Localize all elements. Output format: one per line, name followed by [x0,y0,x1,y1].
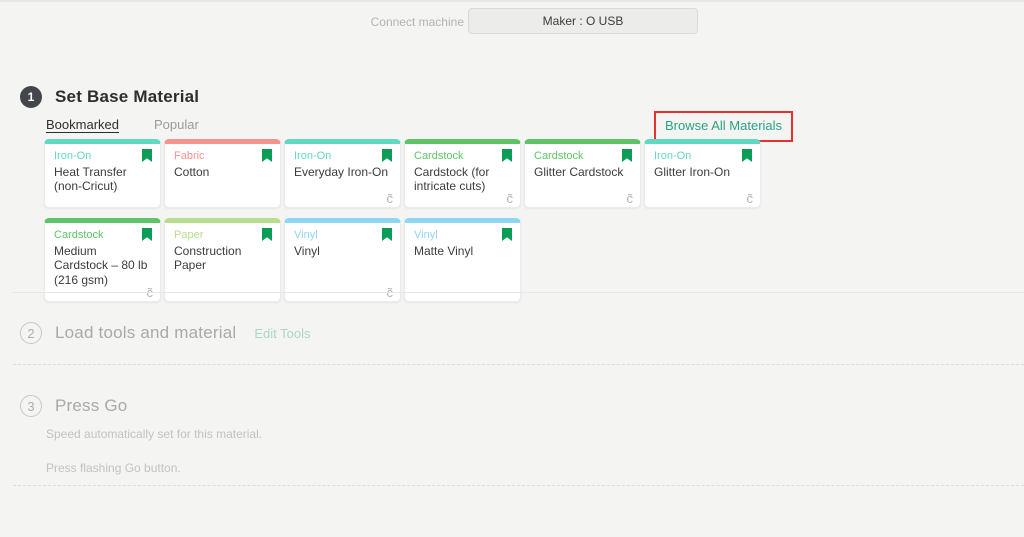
material-category-label: Iron-On [54,149,91,163]
cricut-brand-icon: c̃ [747,192,754,206]
material-card[interactable]: Iron-On Heat Transfer (non-Cricut) [44,139,161,208]
bookmark-icon[interactable] [382,228,392,241]
connect-machine-label: Connect machine [350,15,464,29]
material-card-header: Cardstock [534,149,632,163]
cricut-brand-icon: c̃ [627,192,634,206]
material-card[interactable]: Vinyl Vinyl c̃ [284,218,401,301]
material-card-header: Vinyl [294,228,392,242]
material-card-header: Cardstock [54,228,152,242]
material-card-header: Paper [174,228,272,242]
material-category-label: Iron-On [294,149,331,163]
tab-popular[interactable]: Popular [154,117,199,132]
material-card[interactable]: Paper Construction Paper [164,218,281,301]
step3-header: 3 Press Go [20,395,127,417]
material-name: Vinyl [294,244,392,258]
bookmark-icon[interactable] [262,149,272,162]
machine-select-button[interactable]: Maker : O USB [468,8,698,34]
material-category-label: Cardstock [414,149,464,163]
step1-number-badge: 1 [20,86,42,108]
material-category-label: Cardstock [54,228,104,242]
material-name: Cardstock (for intricate cuts) [414,165,512,193]
bookmark-icon[interactable] [382,149,392,162]
bookmark-icon[interactable] [622,149,632,162]
step2-title: Load tools and material [55,323,236,343]
section-divider [13,292,1024,293]
step1-header: 1 Set Base Material [20,86,199,108]
bookmark-icon[interactable] [502,228,512,241]
material-name: Matte Vinyl [414,244,512,258]
material-name: Glitter Iron-On [654,165,752,179]
bookmark-icon[interactable] [142,149,152,162]
step2-number-badge: 2 [20,322,42,344]
material-card[interactable]: Cardstock Glitter Cardstock c̃ [524,139,641,208]
material-card-header: Fabric [174,149,272,163]
section-divider-dashed [13,485,1024,486]
material-category-label: Cardstock [534,149,584,163]
edit-tools-link[interactable]: Edit Tools [254,326,310,341]
material-name: Heat Transfer (non-Cricut) [54,165,152,193]
material-card-header: Iron-On [294,149,392,163]
material-card[interactable]: Cardstock Medium Cardstock – 80 lb (216 … [44,218,161,301]
step2-header: 2 Load tools and material Edit Tools [20,322,310,344]
window-top-border [0,0,1024,2]
material-name: Construction Paper [174,244,272,272]
materials-grid: Iron-On Heat Transfer (non-Cricut) Fabri… [44,139,766,302]
bookmark-icon[interactable] [502,149,512,162]
bookmark-icon[interactable] [262,228,272,241]
material-name: Everyday Iron-On [294,165,392,179]
machine-select-button-label: Maker : O USB [543,14,624,28]
material-card-header: Iron-On [54,149,152,163]
cricut-brand-icon: c̃ [387,192,394,206]
material-card[interactable]: Fabric Cotton [164,139,281,208]
section-divider-dashed [13,364,1024,365]
material-category-label: Fabric [174,149,205,163]
step3-note-press: Press flashing Go button. [46,461,181,475]
material-card[interactable]: Iron-On Glitter Iron-On c̃ [644,139,761,208]
material-tabs: Bookmarked Popular [46,117,199,132]
material-name: Cotton [174,165,272,179]
material-name: Medium Cardstock – 80 lb (216 gsm) [54,244,152,286]
material-category-label: Vinyl [294,228,318,242]
step1-title: Set Base Material [55,87,199,107]
bookmark-icon[interactable] [142,228,152,241]
cricut-brand-icon: c̃ [507,192,514,206]
material-name: Glitter Cardstock [534,165,632,179]
material-card-header: Cardstock [414,149,512,163]
material-card-header: Vinyl [414,228,512,242]
tab-bookmarked[interactable]: Bookmarked [46,117,119,132]
step3-title: Press Go [55,396,127,416]
step3-note-speed: Speed automatically set for this materia… [46,427,262,441]
material-card[interactable]: Iron-On Everyday Iron-On c̃ [284,139,401,208]
browse-all-materials-highlight: Browse All Materials [654,111,793,142]
bookmark-icon[interactable] [742,149,752,162]
material-card[interactable]: Cardstock Cardstock (for intricate cuts)… [404,139,521,208]
browse-all-materials-link[interactable]: Browse All Materials [665,118,782,133]
material-category-label: Iron-On [654,149,691,163]
material-card[interactable]: Vinyl Matte Vinyl [404,218,521,301]
material-category-label: Vinyl [414,228,438,242]
material-category-label: Paper [174,228,203,242]
step3-number-badge: 3 [20,395,42,417]
material-card-header: Iron-On [654,149,752,163]
